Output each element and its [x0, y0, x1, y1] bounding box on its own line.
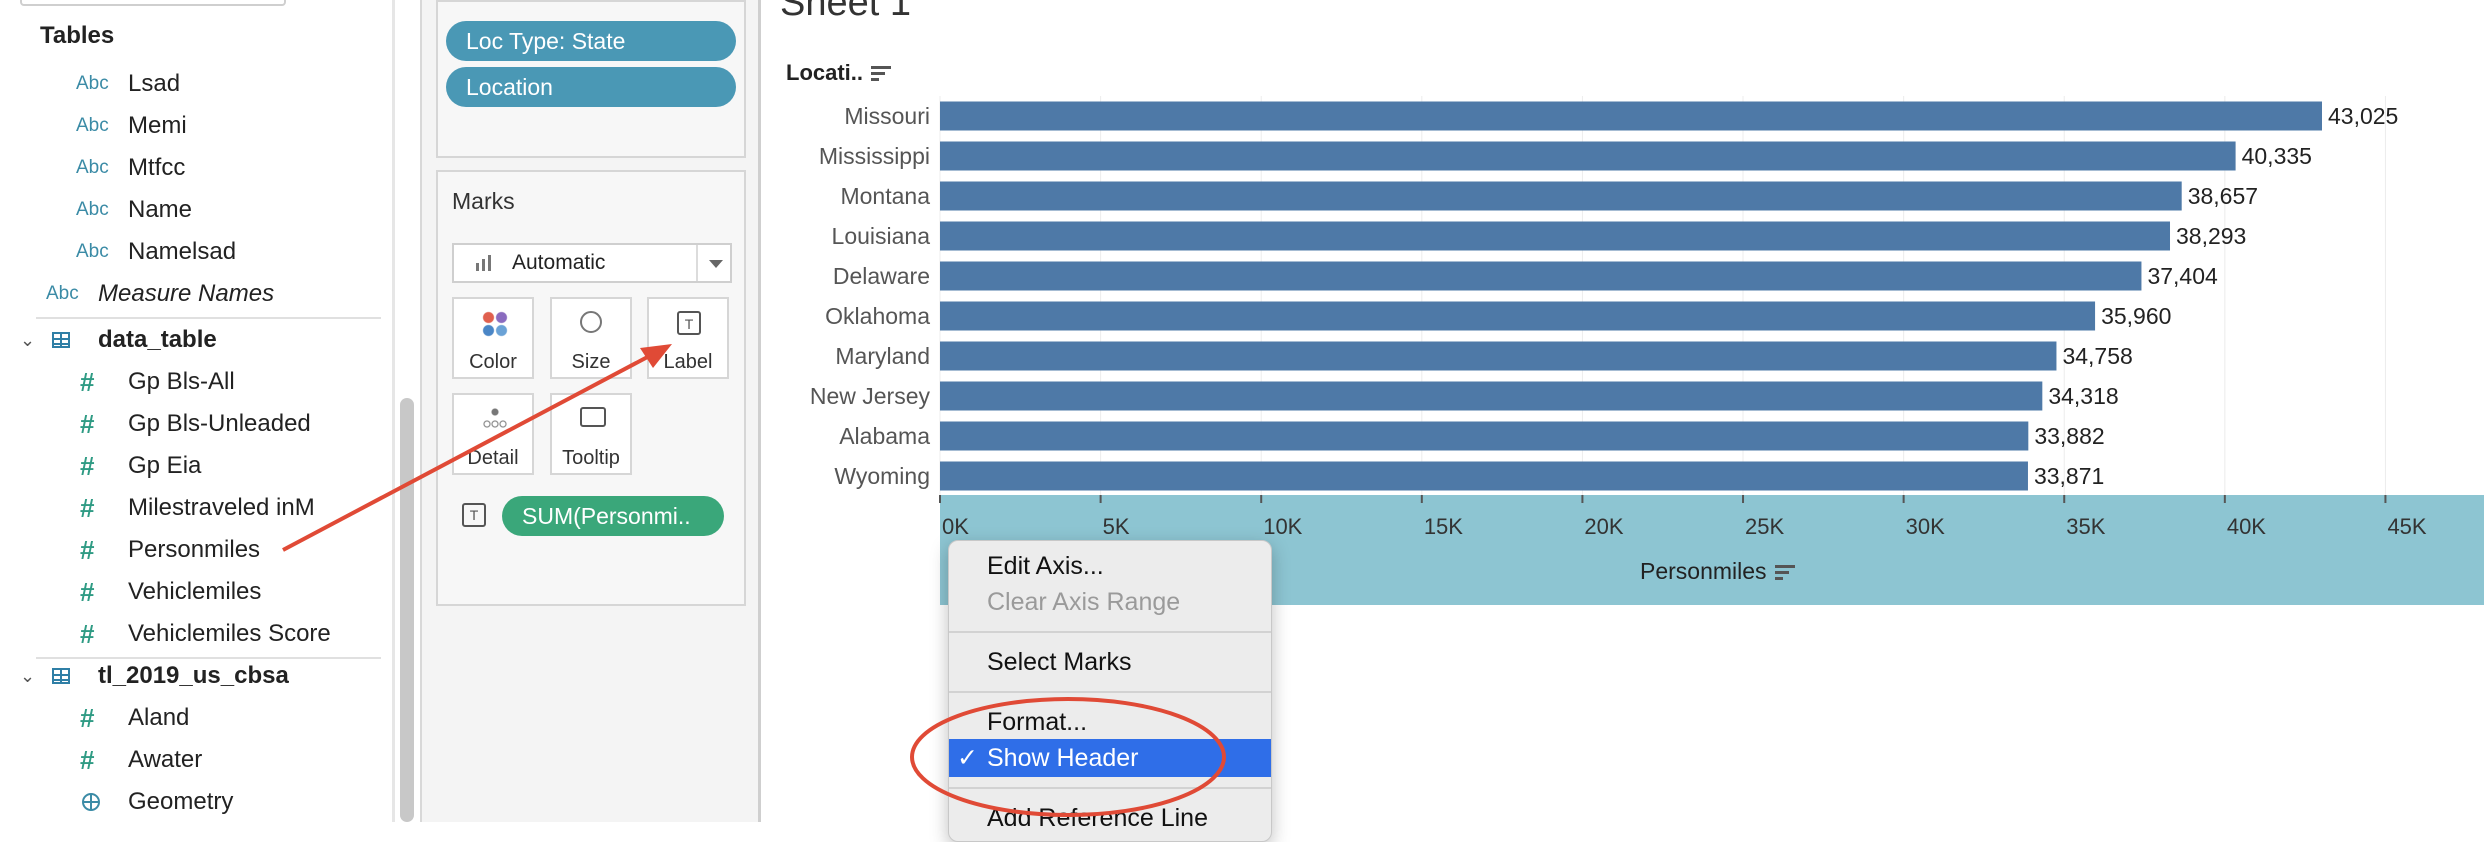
menu-item-edit-axis[interactable]: Edit Axis...: [949, 547, 1271, 585]
bar[interactable]: [940, 381, 2043, 411]
value-label: 38,657: [2188, 183, 2258, 209]
axis-title-label: Personmiles: [1640, 558, 1767, 584]
menu-separator: [949, 691, 1271, 693]
category-label[interactable]: Delaware: [833, 263, 930, 289]
menu-item-add-reference-line[interactable]: Add Reference Line: [949, 799, 1271, 837]
bar[interactable]: [940, 221, 2171, 251]
menu-separator: [949, 787, 1271, 789]
tick-label: 40K: [2227, 514, 2266, 539]
value-label: 40,335: [2242, 143, 2312, 169]
category-label[interactable]: Louisiana: [832, 223, 931, 249]
value-label: 37,404: [2147, 263, 2218, 289]
checkmark-icon: ✓: [957, 744, 978, 772]
bar[interactable]: [940, 261, 2142, 291]
value-label: 34,758: [2062, 343, 2132, 369]
tick-label: 15K: [1424, 514, 1463, 539]
category-label[interactable]: Oklahoma: [825, 303, 930, 329]
menu-separator: [949, 631, 1271, 633]
bar[interactable]: [940, 461, 2028, 491]
category-label[interactable]: New Jersey: [810, 383, 931, 409]
category-label[interactable]: Alabama: [839, 423, 930, 449]
tick-label: 25K: [1745, 514, 1784, 539]
category-label[interactable]: Missouri: [844, 103, 930, 129]
tick-label: 20K: [1584, 514, 1623, 539]
menu-item-show-header[interactable]: ✓ Show Header: [949, 739, 1271, 777]
menu-item-select-marks[interactable]: Select Marks: [949, 643, 1271, 681]
menu-item-clear-axis-range: Clear Axis Range: [987, 588, 1181, 616]
tick-label: 10K: [1263, 514, 1302, 539]
tick-label: 30K: [1906, 514, 1945, 539]
value-label: 35,960: [2101, 303, 2171, 329]
tick-label: 45K: [2387, 514, 2426, 539]
value-label: 33,882: [2034, 423, 2104, 449]
tick-label: 35K: [2066, 514, 2105, 539]
value-label: 33,871: [2034, 463, 2104, 489]
axis-title[interactable]: Personmiles: [1640, 558, 1795, 585]
bar[interactable]: [940, 101, 2322, 131]
bar[interactable]: [940, 341, 2057, 371]
category-label[interactable]: Maryland: [835, 343, 930, 369]
tick-label: 0K: [942, 514, 969, 539]
category-label[interactable]: Mississippi: [819, 143, 930, 169]
value-label: 38,293: [2176, 223, 2246, 249]
tick-label: 5K: [1103, 514, 1130, 539]
menu-item-label: Show Header: [987, 744, 1139, 772]
bar[interactable]: [940, 141, 2236, 171]
bar[interactable]: [940, 421, 2029, 451]
menu-item-format[interactable]: Format...: [949, 703, 1271, 741]
category-label[interactable]: Montana: [840, 183, 930, 209]
axis-context-menu: Edit Axis... Clear Axis Range Select Mar…: [948, 540, 1272, 842]
category-label[interactable]: Wyoming: [834, 463, 930, 489]
bar[interactable]: [940, 301, 2096, 331]
sort-icon[interactable]: [1774, 564, 1795, 581]
value-label: 34,318: [2048, 383, 2118, 409]
bar[interactable]: [940, 181, 2182, 211]
value-label: 43,025: [2328, 103, 2398, 129]
